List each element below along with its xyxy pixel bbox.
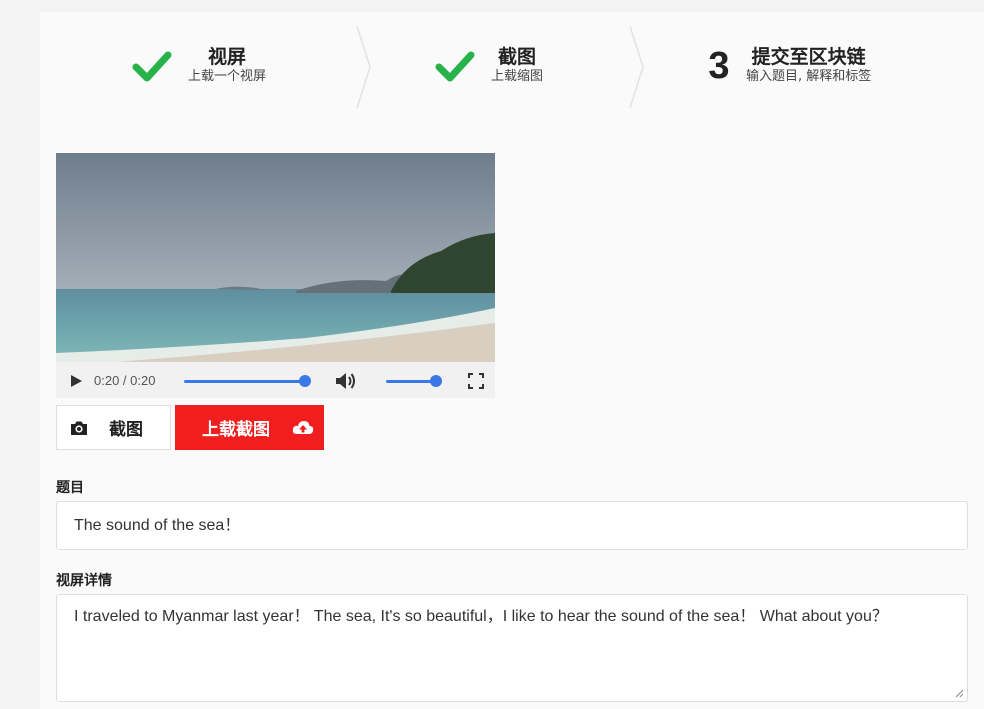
- step-submit: 3 提交至区块链 输入题目, 解释和标签: [704, 26, 871, 106]
- step-title: 提交至区块链: [751, 46, 866, 68]
- fullscreen-icon[interactable]: [468, 373, 484, 389]
- step-separator: [629, 26, 644, 108]
- details-label: 视屏详情: [56, 573, 112, 589]
- play-icon[interactable]: [69, 374, 83, 388]
- time-display: 0:20 / 0:20: [94, 373, 156, 388]
- upload-button-label: 上载截图: [202, 420, 270, 440]
- step-number: 3: [708, 44, 730, 87]
- details-textarea[interactable]: I traveled to Myanmar last year！ The sea…: [56, 594, 968, 702]
- screenshot-button[interactable]: 截图: [56, 405, 171, 450]
- title-input[interactable]: The sound of the sea！: [56, 501, 968, 550]
- upload-page: 视屏 上载一个视屏 截图 上载缩图 3 提交至区块链 输入题目, 解释和标签 0…: [40, 12, 984, 709]
- step-subtitle: 上载缩图: [491, 69, 544, 84]
- progress-bar[interactable]: [184, 380, 306, 383]
- step-title: 视屏: [208, 46, 247, 68]
- checkmark-icon: [132, 51, 172, 82]
- step-video: 视屏 上载一个视屏: [132, 26, 266, 106]
- step-subtitle: 上载一个视屏: [188, 69, 267, 84]
- camera-icon: [71, 421, 87, 435]
- volume-icon[interactable]: [335, 371, 357, 391]
- player-controls: 0:20 / 0:20: [56, 362, 495, 398]
- progress-handle[interactable]: [299, 375, 311, 387]
- screenshot-button-label: 截图: [109, 420, 143, 440]
- details-text: I traveled to Myanmar last year！ The sea…: [74, 608, 888, 625]
- title-label: 题目: [56, 480, 84, 496]
- volume-handle[interactable]: [430, 375, 442, 387]
- video-frame: [56, 153, 495, 362]
- step-screenshot: 截图 上载缩图: [435, 26, 543, 106]
- step-title: 截图: [498, 46, 537, 68]
- step-subtitle: 输入题目, 解释和标签: [746, 69, 872, 84]
- step-separator: [356, 26, 371, 108]
- cloud-upload-icon: [292, 420, 314, 434]
- upload-screenshot-button[interactable]: 上载截图: [175, 405, 324, 450]
- progress-steps: 视屏 上载一个视屏 截图 上载缩图 3 提交至区块链 输入题目, 解释和标签: [40, 26, 984, 108]
- resize-handle-icon[interactable]: [955, 689, 964, 698]
- video-player[interactable]: 0:20 / 0:20: [56, 153, 495, 398]
- checkmark-icon: [435, 51, 475, 82]
